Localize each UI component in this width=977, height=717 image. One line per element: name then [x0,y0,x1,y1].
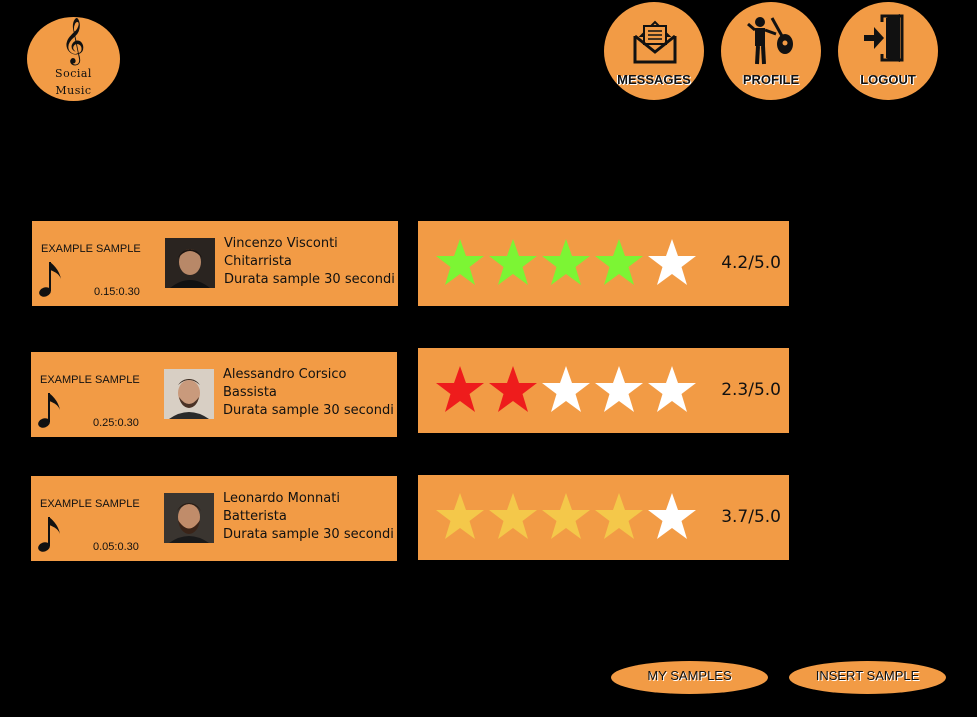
avatar [165,238,215,288]
sample-title: EXAMPLE SAMPLE [41,243,141,255]
musician-role: Bassista [223,385,277,400]
rating-panel-1: 4.2/5.0 [418,221,789,306]
sample-duration: Durata sample 30 secondi [224,272,395,287]
music-note-icon [39,262,61,297]
guitarist-icon [747,17,793,65]
musician-info: Alessandro Corsico Bassista Durata sampl… [223,366,394,420]
musician-name: Vincenzo Visconti [224,236,338,251]
sample-title: EXAMPLE SAMPLE [40,498,140,510]
star-rating[interactable] [434,237,699,289]
envelope-icon [633,20,677,64]
star-icon[interactable] [487,364,539,414]
sample-card-3[interactable]: EXAMPLE SAMPLE 0.05:0.30 Leonardo Monnat… [31,476,397,561]
logout-button[interactable]: LOGOUT [838,2,938,100]
my-samples-button[interactable]: MY SAMPLES [611,661,768,694]
messages-label: MESSAGES [617,72,691,87]
musician-role: Chitarrista [224,254,292,269]
rating-panel-3: 3.7/5.0 [418,475,789,560]
rating-score: 3.7/5.0 [721,507,781,527]
star-rating[interactable] [434,364,699,416]
music-note-icon [38,517,60,552]
star-icon[interactable] [646,491,698,541]
star-icon[interactable] [593,237,645,287]
avatar [164,493,214,543]
insert-sample-button[interactable]: INSERT SAMPLE [789,661,946,694]
logout-label: LOGOUT [860,72,916,87]
app-logo: 𝄞 Social Music [27,17,120,101]
star-icon[interactable] [487,237,539,287]
profile-label: PROFILE [742,72,800,87]
sample-duration: Durata sample 30 secondi [223,403,394,418]
star-rating[interactable] [434,491,699,543]
star-icon[interactable] [540,491,592,541]
star-icon[interactable] [646,364,698,414]
rating-score: 4.2/5.0 [721,253,781,273]
musician-name: Leonardo Monnati [223,491,340,506]
star-icon[interactable] [434,364,486,414]
sample-time: 0.25:0.30 [93,417,139,429]
musician-name: Alessandro Corsico [223,367,347,382]
music-note-icon [38,393,60,428]
sample-title: EXAMPLE SAMPLE [40,374,140,386]
star-icon[interactable] [487,491,539,541]
sample-card-2[interactable]: EXAMPLE SAMPLE 0.25:0.30 Alessandro Cors… [31,352,397,437]
sample-card-1[interactable]: EXAMPLE SAMPLE 0.15:0.30 Vincenzo Viscon… [32,221,398,306]
sample-duration: Durata sample 30 secondi [223,527,394,542]
messages-button[interactable]: MESSAGES [604,2,704,100]
musician-info: Vincenzo Visconti Chitarrista Durata sam… [224,235,395,289]
star-icon[interactable] [434,237,486,287]
musician-role: Batterista [223,509,287,524]
star-icon[interactable] [646,237,698,287]
rating-panel-2: 2.3/5.0 [418,348,789,433]
star-icon[interactable] [540,237,592,287]
musician-info: Leonardo Monnati Batterista Durata sampl… [223,490,394,544]
star-icon[interactable] [540,364,592,414]
logout-door-icon [864,14,904,62]
logo-line-1: Social [55,67,92,80]
treble-clef-icon: 𝄞 [61,18,86,64]
avatar [164,369,214,419]
profile-button[interactable]: PROFILE [721,2,821,100]
star-icon[interactable] [593,491,645,541]
sample-time: 0.15:0.30 [94,286,140,298]
sample-time: 0.05:0.30 [93,541,139,553]
star-icon[interactable] [593,364,645,414]
logo-line-2: Music [55,84,92,97]
rating-score: 2.3/5.0 [721,380,781,400]
star-icon[interactable] [434,491,486,541]
logo-text: Social Music [27,65,120,99]
